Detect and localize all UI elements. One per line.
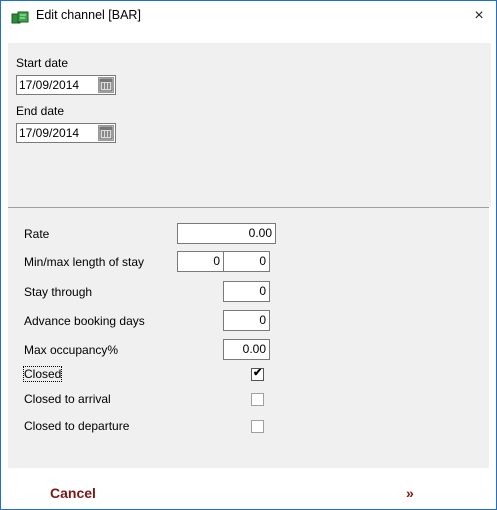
closed-to-departure-checkbox[interactable] — [251, 420, 264, 433]
dialog-footer: Cancel » — [2, 469, 495, 509]
start-date-field[interactable]: 17/09/2014 — [16, 75, 116, 95]
calendar-icon — [99, 78, 113, 92]
advance-booking-input[interactable]: 0 — [223, 310, 270, 331]
rate-input[interactable]: 0.00 — [177, 223, 276, 244]
window-title: Edit channel [BAR] — [36, 8, 141, 22]
start-date-value: 17/09/2014 — [19, 78, 80, 92]
channel-settings-panel: Rate 0.00 Min/max length of stay 0 0 Sta… — [8, 207, 489, 468]
max-occupancy-input[interactable]: 0.00 — [223, 339, 270, 360]
closed-checkbox[interactable]: ✔ — [251, 367, 264, 381]
checkmark-icon: ✔ — [253, 367, 263, 379]
cancel-button[interactable]: Cancel — [50, 485, 96, 501]
close-icon[interactable]: × — [474, 7, 483, 24]
calendar-icon — [99, 126, 113, 140]
closed-label: Closed — [22, 366, 63, 382]
next-button[interactable]: » — [406, 485, 414, 501]
closed-to-arrival-label: Closed to arrival — [24, 392, 111, 406]
stay-through-label: Stay through — [24, 285, 93, 299]
end-date-field[interactable]: 17/09/2014 — [16, 123, 116, 143]
start-date-label: Start date — [16, 56, 69, 70]
min-max-stay-label: Min/max length of stay — [24, 255, 145, 269]
start-date-calendar-button[interactable] — [98, 77, 114, 93]
rate-label: Rate — [24, 227, 50, 241]
closed-to-departure-label: Closed to departure — [24, 419, 130, 433]
date-panel: Start date 17/09/2014 End date 17/09/201… — [8, 43, 491, 207]
advance-booking-label: Advance booking days — [24, 314, 145, 328]
edit-channel-dialog: Edit channel [BAR] × Start date 17/09/20… — [0, 0, 497, 510]
end-date-calendar-button[interactable] — [98, 125, 114, 141]
max-stay-input[interactable]: 0 — [223, 251, 270, 272]
stay-through-input[interactable]: 0 — [223, 281, 270, 302]
channel-icon — [11, 11, 29, 24]
end-date-label: End date — [16, 104, 65, 118]
close-button[interactable]: × — [466, 5, 492, 27]
min-stay-input[interactable]: 0 — [177, 251, 224, 272]
closed-to-arrival-checkbox[interactable] — [251, 393, 264, 406]
end-date-value: 17/09/2014 — [19, 126, 80, 140]
max-occupancy-label: Max occupancy% — [24, 343, 119, 357]
title-bar: Edit channel [BAR] × — [1, 1, 496, 31]
